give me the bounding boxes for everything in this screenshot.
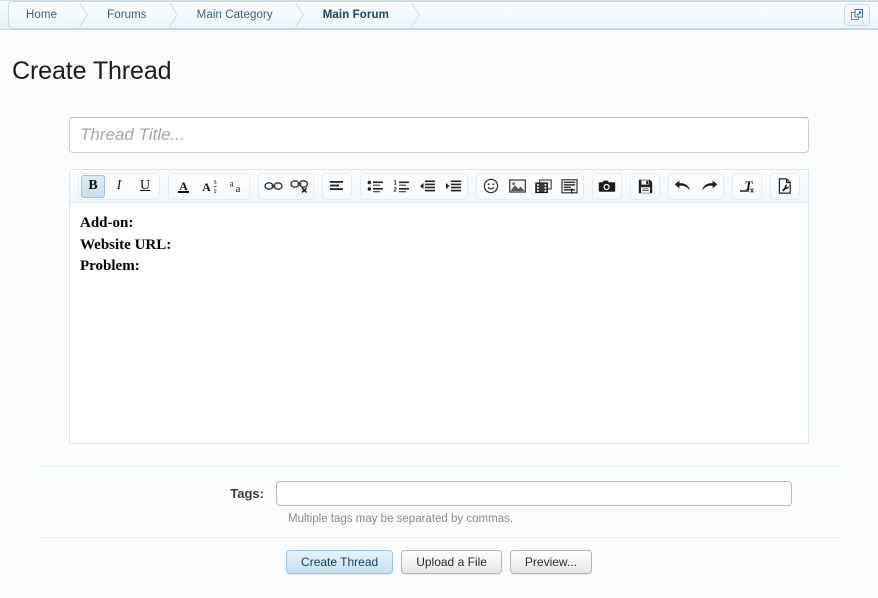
thread-title-row	[0, 86, 878, 153]
breadcrumb-bar: Home Forums Main Category Main Forum	[0, 0, 878, 30]
svg-text:A: A	[202, 180, 211, 194]
smilie-button[interactable]	[479, 175, 503, 198]
tags-hint: Multiple tags may be separated by commas…	[288, 513, 513, 525]
document-wrench-icon	[778, 178, 793, 194]
font-family-icon: a a	[226, 178, 245, 195]
insert-link-button[interactable]	[261, 175, 285, 198]
toolbar-group-media: I	[476, 172, 584, 200]
redo-icon	[700, 179, 718, 193]
image-icon	[508, 179, 526, 193]
svg-text:I: I	[570, 187, 573, 193]
toolbar-group-history	[668, 172, 724, 200]
toolbar-group-draft	[630, 172, 660, 200]
svg-text:1: 1	[393, 181, 397, 187]
action-button-bar: Create Thread Upload a File Preview...	[0, 538, 878, 574]
rich-text-editor: B I U A A a a 1 2 I T x Add-on: Website …	[69, 169, 809, 444]
svg-text:a: a	[235, 183, 240, 195]
save-draft-button[interactable]	[633, 175, 657, 198]
undo-icon	[674, 179, 692, 193]
toolbar-group-cleanup: T x	[732, 172, 762, 200]
unlink-button[interactable]	[287, 175, 311, 198]
indent-icon	[445, 179, 462, 193]
breadcrumb-item-forums[interactable]: Forums	[91, 2, 161, 28]
link-icon	[263, 179, 283, 193]
svg-text:2: 2	[393, 188, 397, 194]
svg-text:A: A	[179, 179, 188, 193]
editor-line: Problem:	[80, 258, 140, 274]
editor-toolbar: B I U A A a a 1 2 I T x	[70, 170, 808, 203]
editor-content-area[interactable]: Add-on: Website URL: Problem:	[70, 203, 808, 443]
outdent-button[interactable]	[415, 175, 439, 198]
breadcrumb-item-home[interactable]: Home	[9, 2, 71, 28]
indent-button[interactable]	[441, 175, 465, 198]
breadcrumb-item-main-forum[interactable]: Main Forum	[307, 2, 403, 28]
bullet-list-icon	[367, 179, 384, 193]
toolbar-group-source	[770, 172, 800, 200]
text-color-icon: A	[175, 178, 192, 195]
breadcrumb-filler	[427, 2, 878, 28]
align-left-icon	[329, 179, 345, 193]
breadcrumb-item-main-category[interactable]: Main Category	[181, 2, 287, 28]
breadcrumb-separator-icon	[71, 2, 91, 28]
editor-line: Add-on:	[80, 215, 134, 231]
underline-button[interactable]: U	[133, 175, 157, 198]
editor-line: Website URL:	[80, 236, 172, 253]
svg-text:a: a	[229, 178, 233, 188]
undo-button[interactable]	[671, 175, 695, 198]
numbered-list-icon: 1 2	[393, 179, 410, 193]
toggle-bbcode-button[interactable]	[773, 175, 797, 198]
smilie-icon	[483, 178, 499, 194]
toolbar-group-links	[258, 172, 314, 200]
redo-button[interactable]	[697, 175, 721, 198]
preview-button[interactable]: Preview...	[509, 550, 592, 574]
remove-formatting-icon: T x	[739, 178, 756, 194]
underline-icon: U	[139, 178, 151, 193]
upload-a-file-button[interactable]: Upload a File	[401, 550, 502, 574]
tags-label: Tags:	[230, 486, 264, 501]
breadcrumb-separator-icon	[403, 2, 427, 28]
font-size-icon: A	[200, 178, 219, 195]
external-link-icon	[850, 8, 864, 22]
font-size-button[interactable]: A	[197, 175, 221, 198]
tags-section: Tags: Multiple tags may be separated by …	[0, 467, 878, 537]
toolbar-group-alignment	[322, 172, 352, 200]
outdent-icon	[419, 179, 436, 193]
breadcrumb-separator-icon	[287, 2, 307, 28]
quote-icon: I	[560, 178, 578, 194]
font-family-button[interactable]: a a	[223, 175, 247, 198]
insert-media-button[interactable]	[531, 175, 555, 198]
floppy-disk-icon	[638, 179, 653, 194]
insert-image-button[interactable]	[505, 175, 529, 198]
numbered-list-button[interactable]: 1 2	[389, 175, 413, 198]
open-in-popup-button[interactable]	[844, 4, 870, 26]
create-thread-form: B I U A A	[0, 86, 878, 574]
insert-quote-button[interactable]: I	[557, 175, 581, 198]
tags-input[interactable]	[276, 481, 792, 506]
remove-formatting-button[interactable]: T x	[735, 175, 759, 198]
italic-button[interactable]: I	[107, 175, 131, 198]
camera-icon	[598, 179, 616, 193]
bold-icon: B	[88, 178, 98, 193]
create-thread-button[interactable]: Create Thread	[286, 550, 394, 574]
breadcrumb: Home Forums Main Category Main Forum	[8, 1, 878, 29]
svg-text:x: x	[749, 186, 754, 194]
toolbar-group-lists: 1 2	[360, 172, 468, 200]
text-color-button[interactable]: A	[171, 175, 195, 198]
toolbar-group-font-style: A A a a	[168, 172, 250, 200]
toolbar-group-inline-style: B I U	[78, 172, 160, 200]
unlink-icon	[289, 178, 309, 194]
page-title: Create Thread	[12, 57, 172, 85]
align-button[interactable]	[325, 175, 349, 198]
tags-row: Tags:	[0, 481, 878, 506]
camera-button[interactable]	[595, 175, 619, 198]
italic-icon: I	[116, 178, 122, 193]
thread-title-input[interactable]	[69, 117, 809, 153]
film-icon	[534, 179, 552, 194]
bullet-list-button[interactable]	[363, 175, 387, 198]
toolbar-group-capture	[592, 172, 622, 200]
bold-button[interactable]: B	[81, 174, 105, 198]
breadcrumb-separator-icon	[161, 2, 181, 28]
